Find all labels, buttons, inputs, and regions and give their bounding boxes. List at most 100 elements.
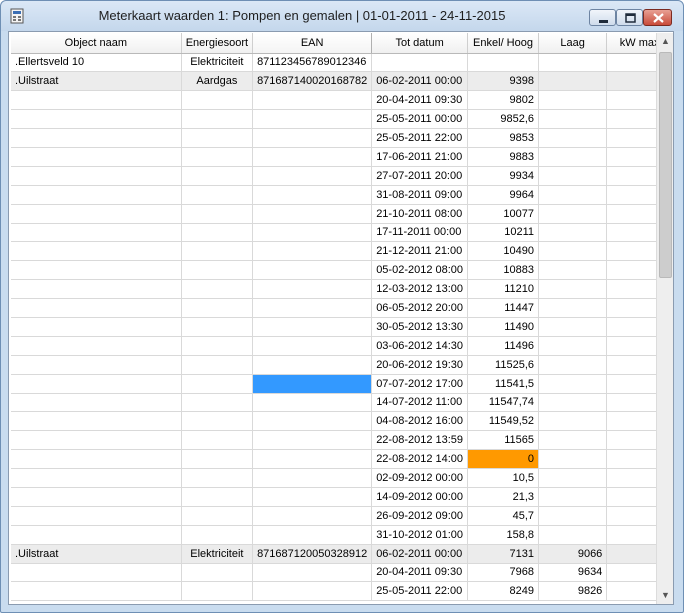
cell-ean[interactable] (252, 487, 373, 507)
cell-ean[interactable] (252, 279, 373, 300)
column-header-object-name[interactable]: Object naam (11, 33, 182, 54)
table-row[interactable]: 31-08-2011 09:00 9964 (11, 185, 673, 205)
table-row[interactable]: 25-05-2011 00:00 9852,6 (11, 109, 673, 130)
cell-single-high[interactable]: 11490 (467, 317, 539, 337)
cell-single-high[interactable]: 11496 (467, 336, 539, 356)
column-header-low[interactable]: Laag (538, 33, 608, 54)
cell-ean[interactable] (252, 336, 373, 356)
cell-ean[interactable]: 871687140020168782 (252, 71, 373, 92)
table-row[interactable]: 20-06-2012 19:30 11525,6 (11, 355, 673, 375)
cell-object-name[interactable] (11, 374, 182, 394)
cell-low[interactable] (538, 90, 608, 111)
cell-object-name[interactable] (11, 430, 182, 451)
cell-ean[interactable] (252, 393, 373, 413)
cell-object-name[interactable] (11, 336, 182, 356)
table-row[interactable]: 02-09-2012 00:00 10,5 (11, 468, 673, 488)
cell-energy-type[interactable] (181, 525, 254, 545)
scroll-down-arrow-icon[interactable]: ▼ (657, 587, 673, 604)
cell-low[interactable] (538, 506, 608, 526)
cell-end-date[interactable]: 02-09-2012 00:00 (371, 468, 469, 488)
cell-object-name[interactable]: .Ellertsveld 10 (11, 53, 182, 73)
cell-low[interactable] (538, 411, 608, 432)
cell-object-name[interactable] (11, 449, 182, 470)
cell-ean[interactable] (252, 430, 373, 451)
cell-low[interactable] (538, 468, 608, 488)
table-row[interactable]: 07-07-2012 17:00 11541,5 (11, 374, 673, 394)
column-header-end-date[interactable]: Tot datum (371, 33, 469, 54)
vertical-scrollbar[interactable]: ▲ ▼ (656, 33, 673, 604)
cell-object-name[interactable] (11, 581, 182, 602)
cell-low[interactable]: 9826 (538, 581, 608, 602)
cell-ean[interactable]: 871123456789012346 (252, 53, 373, 73)
cell-end-date[interactable]: 25-05-2011 00:00 (371, 109, 469, 130)
cell-single-high[interactable]: 9964 (467, 185, 539, 205)
cell-low[interactable] (538, 298, 608, 318)
table-row[interactable]: 05-02-2012 08:00 10883 (11, 260, 673, 281)
cell-object-name[interactable] (11, 166, 182, 186)
cell-single-high[interactable]: 8249 (467, 581, 539, 602)
cell-ean[interactable] (252, 317, 373, 337)
cell-single-high[interactable]: 9802 (467, 90, 539, 111)
cell-low[interactable] (538, 223, 608, 243)
cell-end-date[interactable]: 17-06-2011 21:00 (371, 147, 469, 167)
cell-low[interactable] (538, 204, 608, 224)
cell-ean[interactable] (252, 298, 373, 318)
cell-single-high[interactable]: 11525,6 (467, 355, 539, 375)
cell-energy-type[interactable] (181, 393, 254, 413)
cell-object-name[interactable] (11, 563, 182, 583)
table-row[interactable]: 25-05-2011 22:00 8249 9826 (11, 581, 673, 602)
cell-object-name[interactable] (11, 468, 182, 488)
cell-single-high[interactable]: 9852,6 (467, 109, 539, 130)
table-row[interactable]: 14-09-2012 00:00 21,3 (11, 487, 673, 507)
cell-single-high[interactable]: 11549,52 (467, 411, 539, 432)
cell-energy-type[interactable] (181, 147, 254, 167)
cell-end-date[interactable]: 14-07-2012 11:00 (371, 393, 469, 413)
cell-end-date[interactable]: 21-10-2011 08:00 (371, 204, 469, 224)
table-row[interactable]: 21-10-2011 08:00 10077 (11, 204, 673, 224)
table-row[interactable]: 03-06-2012 14:30 11496 (11, 336, 673, 356)
cell-ean[interactable] (252, 109, 373, 130)
cell-single-high[interactable]: 45,7 (467, 506, 539, 526)
cell-end-date[interactable]: 26-09-2012 09:00 (371, 506, 469, 526)
cell-single-high[interactable]: 10,5 (467, 468, 539, 488)
cell-end-date[interactable]: 27-07-2011 20:00 (371, 166, 469, 186)
table-row[interactable]: 30-05-2012 13:30 11490 (11, 317, 673, 337)
cell-object-name[interactable] (11, 147, 182, 167)
cell-end-date[interactable]: 31-08-2011 09:00 (371, 185, 469, 205)
cell-energy-type[interactable]: Elektriciteit (181, 53, 254, 73)
cell-low[interactable] (538, 279, 608, 300)
table-row[interactable]: 20-04-2011 09:30 9802 (11, 90, 673, 111)
table-row[interactable]: 12-03-2012 13:00 11210 (11, 279, 673, 300)
close-button[interactable] (643, 9, 672, 26)
cell-ean[interactable] (252, 90, 373, 111)
cell-energy-type[interactable] (181, 166, 254, 186)
table-row[interactable]: 14-07-2012 11:00 11547,74 (11, 393, 673, 413)
cell-single-high[interactable]: 7968 (467, 563, 539, 583)
cell-energy-type[interactable] (181, 581, 254, 602)
cell-ean[interactable] (252, 581, 373, 602)
cell-energy-type[interactable] (181, 279, 254, 300)
cell-single-high[interactable]: 10490 (467, 241, 539, 262)
cell-object-name[interactable]: .Uilstraat (11, 544, 182, 564)
cell-end-date[interactable]: 31-10-2012 01:00 (371, 525, 469, 545)
cell-low[interactable] (538, 241, 608, 262)
cell-single-high[interactable]: 10211 (467, 223, 539, 243)
cell-energy-type[interactable] (181, 109, 254, 130)
cell-low[interactable] (538, 430, 608, 451)
cell-end-date[interactable]: 05-02-2012 08:00 (371, 260, 469, 281)
cell-single-high[interactable]: 158,8 (467, 525, 539, 545)
cell-energy-type[interactable] (181, 260, 254, 281)
cell-end-date[interactable]: 12-03-2012 13:00 (371, 279, 469, 300)
cell-ean[interactable] (252, 374, 373, 394)
cell-end-date[interactable]: 06-02-2011 00:00 (371, 71, 469, 92)
minimize-button[interactable] (589, 9, 616, 26)
cell-end-date[interactable]: 22-08-2012 13:59 (371, 430, 469, 451)
cell-low[interactable] (538, 487, 608, 507)
cell-end-date[interactable]: 17-11-2011 00:00 (371, 223, 469, 243)
cell-object-name[interactable] (11, 90, 182, 111)
cell-energy-type[interactable] (181, 487, 254, 507)
cell-object-name[interactable] (11, 204, 182, 224)
cell-energy-type[interactable] (181, 468, 254, 488)
cell-low[interactable] (538, 525, 608, 545)
cell-low[interactable] (538, 374, 608, 394)
